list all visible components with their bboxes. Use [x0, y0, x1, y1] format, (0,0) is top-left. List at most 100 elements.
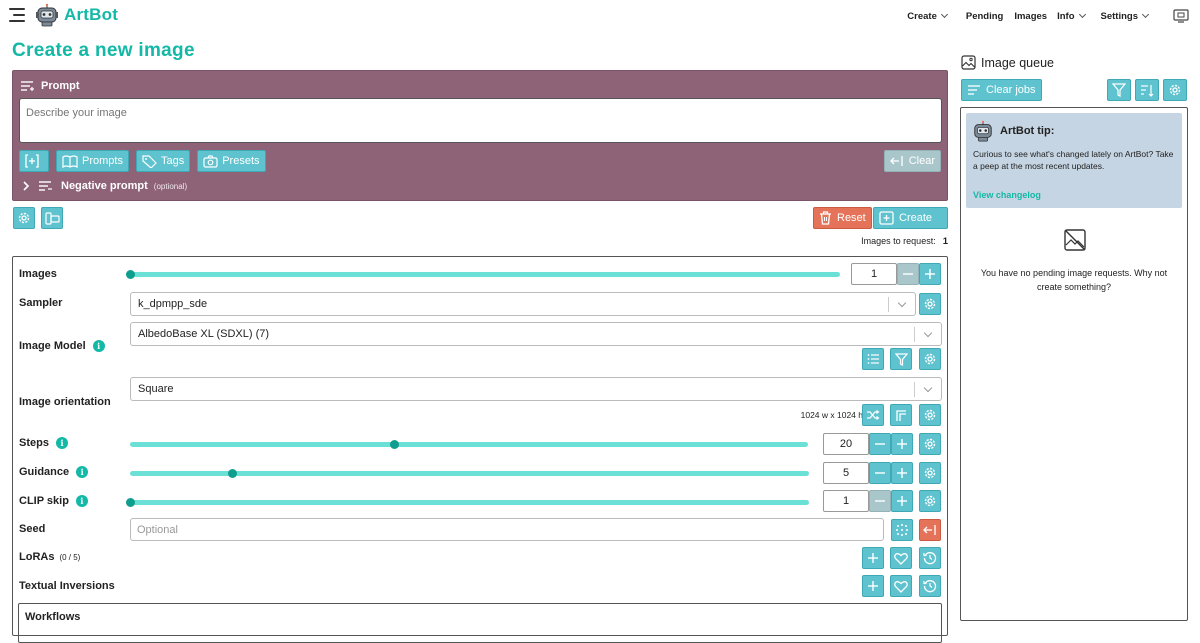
tags-button-label: Tags — [160, 155, 185, 167]
prompts-button[interactable]: Prompts — [56, 150, 129, 172]
layout-toggle-button[interactable] — [41, 207, 63, 229]
orientation-select[interactable]: Square — [130, 377, 942, 401]
guidance-increment-button[interactable] — [891, 462, 913, 484]
steps-label-text: Steps — [19, 437, 49, 449]
minus-icon — [875, 472, 885, 474]
info-icon[interactable]: i — [75, 495, 88, 507]
info-icon[interactable]: i — [92, 340, 105, 352]
arrow-left-bar-icon — [923, 525, 936, 535]
images-slider[interactable] — [126, 270, 840, 279]
negative-prompt-toggle[interactable]: Negative prompt (optional) — [21, 180, 187, 192]
no-image-icon — [1064, 229, 1086, 251]
model-list-button[interactable] — [862, 348, 884, 370]
image-queue-title: Image queue — [981, 55, 1054, 70]
image-icon — [961, 55, 976, 70]
guidance-slider-thumb[interactable] — [227, 469, 237, 478]
guidance-slider[interactable] — [130, 469, 809, 478]
nav-pending[interactable]: Pending — [966, 11, 1003, 22]
gear-icon — [924, 495, 936, 507]
queue-sort-button[interactable] — [1135, 79, 1159, 101]
view-changelog-link[interactable]: View changelog — [973, 190, 1041, 200]
queue-filter-button[interactable] — [1107, 79, 1131, 101]
settings-toggle-button[interactable] — [13, 207, 35, 229]
images-decrement-button[interactable] — [897, 263, 919, 285]
loras-favorites-button[interactable] — [890, 547, 912, 569]
guidance-input[interactable]: 5 — [823, 462, 869, 484]
loras-label: LoRAs (0 / 5) — [19, 551, 80, 563]
clear-button-label: Clear — [908, 155, 935, 167]
info-icon[interactable]: i — [55, 437, 68, 449]
nav-info-label: Info — [1057, 10, 1075, 22]
guidance-value: 5 — [842, 467, 850, 479]
device-icon[interactable] — [1173, 9, 1189, 23]
plus-icon — [897, 468, 907, 478]
artbot-logo-icon[interactable] — [35, 3, 59, 27]
seed-clear-button[interactable] — [919, 519, 941, 541]
heart-icon — [894, 552, 908, 565]
loras-add-button[interactable] — [862, 547, 884, 569]
menu-icon[interactable] — [9, 8, 25, 22]
gear-icon — [924, 353, 936, 365]
model-filter-button[interactable] — [890, 348, 912, 370]
create-button[interactable]: Create — [873, 207, 948, 229]
loras-count: (0 / 5) — [59, 552, 81, 562]
steps-input[interactable]: 20 — [823, 433, 869, 455]
queue-settings-button[interactable] — [1163, 79, 1187, 101]
reset-button-label: Reset — [837, 212, 866, 224]
steps-increment-button[interactable] — [891, 433, 913, 455]
clip-skip-input[interactable]: 1 — [823, 490, 869, 512]
nav-images[interactable]: Images — [1014, 11, 1047, 22]
model-settings-button[interactable] — [919, 348, 941, 370]
devices-icon — [44, 211, 60, 225]
model-label: Image Model i — [19, 340, 105, 352]
trash-icon — [820, 211, 831, 225]
reset-button[interactable]: Reset — [813, 207, 872, 229]
clip-skip-decrement-button[interactable] — [869, 490, 891, 512]
clip-skip-settings-button[interactable] — [919, 490, 941, 512]
loras-history-button[interactable] — [919, 547, 941, 569]
nav-info[interactable]: Info — [1057, 10, 1086, 22]
orientation-random-button[interactable] — [862, 404, 884, 426]
clip-skip-increment-button[interactable] — [891, 490, 913, 512]
chevron-down-icon — [923, 383, 933, 393]
sampler-select[interactable]: k_dpmpp_sde — [130, 292, 916, 316]
nav-create[interactable]: Create — [907, 10, 948, 22]
top-nav: Create Pending Images Info Settings — [894, 9, 1200, 23]
nav-settings[interactable]: Settings — [1101, 11, 1150, 22]
clear-list-icon — [968, 85, 980, 95]
tags-button[interactable]: Tags — [135, 150, 191, 172]
guidance-decrement-button[interactable] — [869, 462, 891, 484]
chevron-down-icon — [940, 10, 948, 19]
seed-random-button[interactable] — [891, 519, 913, 541]
ti-favorites-button[interactable] — [890, 575, 912, 597]
clip-skip-slider-thumb[interactable] — [126, 498, 135, 507]
images-increment-button[interactable] — [919, 263, 941, 285]
clear-prompt-button[interactable]: Clear — [883, 150, 941, 172]
nav-pending-label: Pending — [965, 10, 1004, 22]
images-count-input[interactable]: 1 — [851, 263, 897, 285]
plus-square-icon — [879, 211, 894, 225]
empty-queue-message: You have no pending image requests. Why … — [980, 268, 1168, 292]
add-brackets-button[interactable] — [19, 150, 49, 172]
images-label: Images — [19, 268, 57, 280]
image-queue-panel: ArtBot tip: Curious to see what's change… — [960, 107, 1188, 621]
presets-button[interactable]: Presets — [197, 150, 266, 172]
clip-skip-slider[interactable] — [126, 498, 809, 507]
images-slider-thumb[interactable] — [126, 270, 135, 279]
steps-decrement-button[interactable] — [869, 433, 891, 455]
orientation-settings-button[interactable] — [919, 404, 941, 426]
info-icon[interactable]: i — [76, 466, 89, 478]
prompt-input[interactable] — [19, 98, 942, 143]
steps-slider-thumb[interactable] — [390, 440, 400, 449]
clear-jobs-button[interactable]: Clear jobs — [961, 79, 1042, 101]
brand-name[interactable]: ArtBot — [64, 5, 118, 25]
guidance-settings-button[interactable] — [919, 462, 941, 484]
steps-slider[interactable] — [130, 440, 808, 449]
model-select[interactable]: AlbedoBase XL (SDXL) (7) — [130, 322, 942, 346]
ti-history-button[interactable] — [919, 575, 941, 597]
orientation-crop-button[interactable] — [890, 404, 912, 426]
ti-add-button[interactable] — [862, 575, 884, 597]
sampler-settings-button[interactable] — [919, 293, 941, 315]
steps-settings-button[interactable] — [919, 433, 941, 455]
seed-input[interactable]: Optional — [130, 518, 884, 541]
